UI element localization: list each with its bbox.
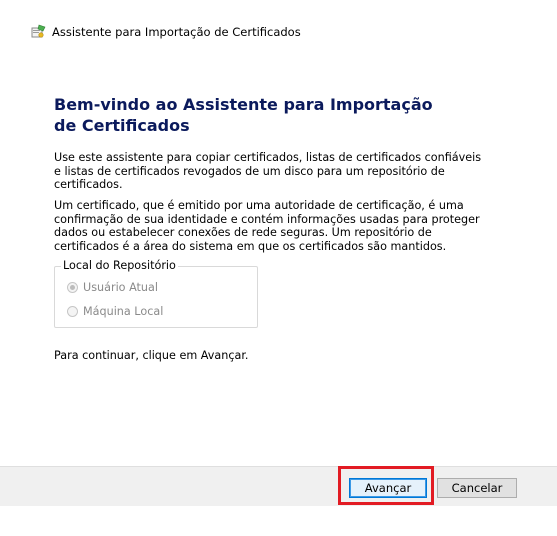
window-title: Assistente para Importação de Certificad… [52, 25, 301, 39]
certificate-import-icon [31, 24, 46, 38]
radio-current-user[interactable]: Usuário Atual [67, 281, 158, 294]
window-titlebar: Assistente para Importação de Certificad… [0, 0, 557, 56]
description-text: Um certificado, que é emitido por uma au… [54, 199, 480, 253]
page-title: Bem-vindo ao Assistente para Importação … [54, 95, 433, 135]
radio-button-selected[interactable] [67, 282, 78, 293]
store-location-group: Local do Repositório Usuário Atual Máqui… [54, 259, 258, 328]
continue-instruction: Para continuar, clique em Avançar. [54, 349, 249, 362]
next-button[interactable]: Avançar [349, 478, 427, 498]
wizard-content: Bem-vindo ao Assistente para Importação … [54, 94, 504, 362]
intro-text: Use este assistente para copiar certific… [54, 151, 482, 191]
radio-label-local-machine: Máquina Local [83, 305, 164, 318]
radio-button[interactable] [67, 306, 78, 317]
cancel-button[interactable]: Cancelar [437, 478, 517, 498]
store-location-legend: Local do Repositório [61, 259, 178, 272]
radio-label-current-user: Usuário Atual [83, 281, 158, 294]
radio-local-machine[interactable]: Máquina Local [67, 305, 163, 318]
